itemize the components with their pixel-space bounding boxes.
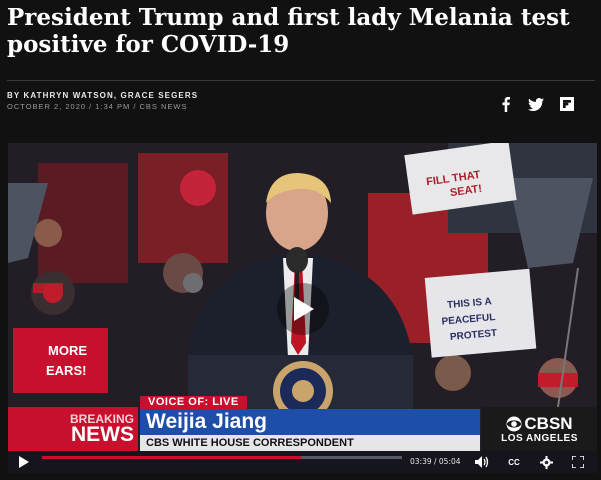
news-lower-third: BREAKING NEWS VOICE OF: LIVE Weijia Jian… bbox=[8, 396, 597, 451]
twitter-share-button[interactable] bbox=[527, 95, 545, 113]
volume-button[interactable] bbox=[474, 454, 490, 470]
reporter-name: Weijia Jiang bbox=[140, 409, 480, 435]
flipboard-share-button[interactable] bbox=[559, 95, 575, 113]
gear-icon bbox=[539, 455, 553, 469]
closed-captions-button[interactable]: CC bbox=[502, 454, 526, 470]
network-badge: CBSN LOS ANGELES bbox=[482, 407, 597, 451]
player-controls: 03:39 / 05:04 CC bbox=[8, 451, 597, 473]
article-byline: BY KATHRYN WATSON, GRACE SEGERS bbox=[7, 91, 199, 100]
progress-fill bbox=[42, 456, 302, 459]
flipboard-icon bbox=[560, 97, 574, 111]
news-label: NEWS bbox=[71, 423, 134, 446]
article-headline: President Trump and first lady Melania t… bbox=[7, 4, 570, 58]
facebook-share-button[interactable] bbox=[499, 95, 513, 113]
play-button[interactable] bbox=[16, 454, 32, 470]
play-icon bbox=[19, 456, 29, 468]
volume-icon bbox=[475, 456, 489, 468]
fullscreen-button[interactable] bbox=[570, 454, 586, 470]
fullscreen-icon bbox=[572, 456, 584, 468]
breaking-news-badge: BREAKING NEWS bbox=[8, 407, 138, 451]
facebook-icon bbox=[502, 96, 510, 112]
network-location: LOS ANGELES bbox=[501, 432, 578, 444]
time-display: 03:39 / 05:04 bbox=[410, 457, 461, 466]
cc-label: CC bbox=[508, 457, 520, 467]
sign-left-text-1: MORE bbox=[48, 343, 87, 358]
play-icon bbox=[294, 297, 314, 321]
voice-of-label: VOICE OF: LIVE bbox=[140, 396, 247, 409]
video-player[interactable]: MORE EARS! FILL THAT SEAT! THIS IS A PEA… bbox=[8, 143, 597, 473]
twitter-icon bbox=[528, 97, 544, 111]
settings-button[interactable] bbox=[538, 454, 554, 470]
play-overlay-button[interactable] bbox=[277, 283, 329, 335]
sign-left-text-2: EARS! bbox=[46, 363, 86, 378]
header-divider bbox=[7, 80, 595, 81]
network-name: CBSN bbox=[524, 413, 573, 433]
cbs-eye-logo: CBSN bbox=[506, 413, 573, 433]
reporter-title: CBS WHITE HOUSE CORRESPONDENT bbox=[140, 435, 480, 451]
progress-bar[interactable] bbox=[42, 456, 402, 459]
cbs-eye-icon bbox=[506, 416, 522, 431]
article-dateline: OCTOBER 2, 2020 / 1:34 PM / CBS NEWS bbox=[7, 102, 188, 111]
